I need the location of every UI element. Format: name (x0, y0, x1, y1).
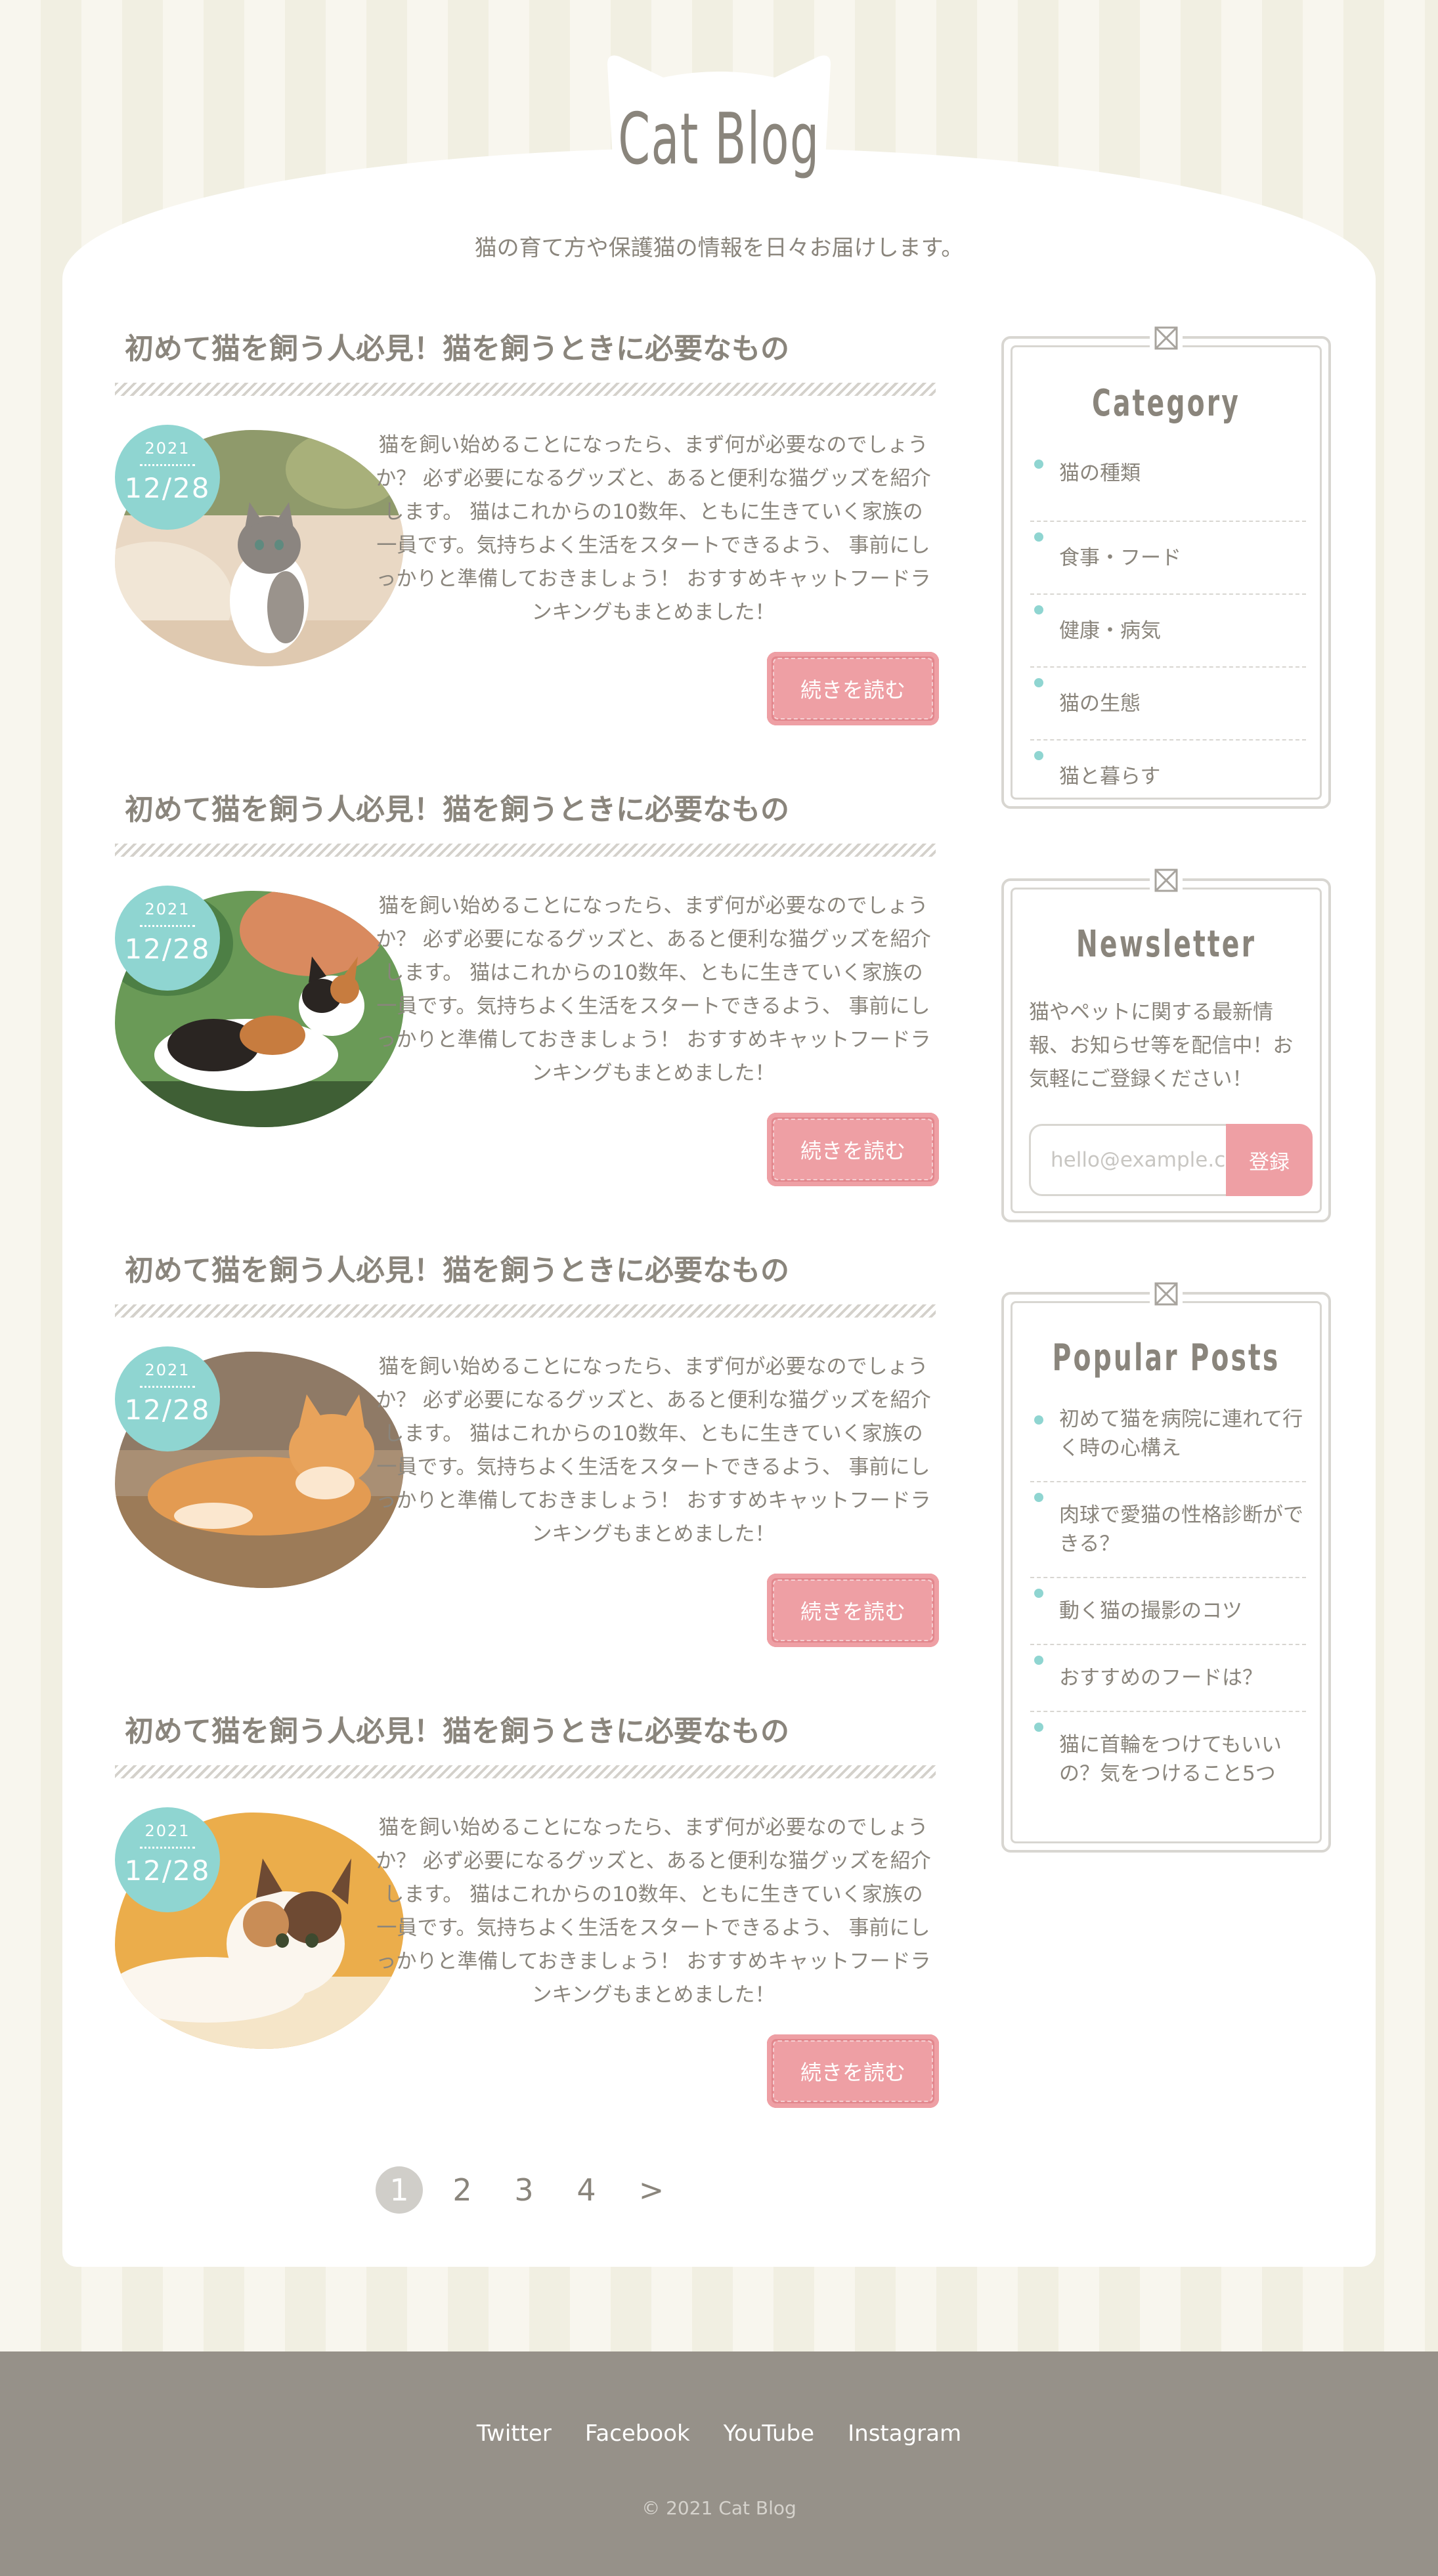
category-widget: Category 猫の種類 食事・フード 健康・病気 猫の生態 猫と暮らす (1001, 322, 1331, 809)
post-card: 初めて猫を飼う人必見！猫を飼うときに必要なもの 2021 12/28 猫を飼い始… (115, 1707, 942, 2121)
popular-posts-list: 初めて猫を病院に連れて行く時の心構え 肉球で愛猫の性格診断ができる？ 動く猫の撮… (1030, 1405, 1306, 1788)
popular-posts-widget: Popular Posts 初めて猫を病院に連れて行く時の心構え 肉球で愛猫の性… (1001, 1277, 1331, 1853)
newsletter-form: 登録 (1029, 1124, 1313, 1196)
popular-post-item[interactable]: 動く猫の撮影のコツ (1030, 1578, 1306, 1645)
post-date-badge: 2021 12/28 (115, 886, 220, 991)
post-date-year: 2021 (144, 1361, 190, 1379)
popular-post-item[interactable]: 初めて猫を病院に連れて行く時の心構え (1030, 1405, 1306, 1482)
title-divider (115, 383, 936, 396)
post-date-year: 2021 (144, 439, 190, 458)
envelope-icon (1150, 1277, 1183, 1310)
post-date-day: 12/28 (124, 1855, 211, 1887)
post-excerpt: 猫を飼い始めることになったら、まず何が必要なのでしょうか？ 必ず必要になるグッズ… (376, 894, 931, 1085)
title-divider (115, 1765, 936, 1778)
twitter-link[interactable]: Twitter (477, 2420, 552, 2447)
subscribe-button[interactable]: 登録 (1226, 1124, 1313, 1196)
site-footer: Twitter Facebook YouTube Instagram © 202… (0, 2351, 1438, 2576)
post-date-year: 2021 (144, 900, 190, 918)
post-date-day: 12/28 (124, 472, 211, 504)
popular-post-item[interactable]: おすすめのフードは？ (1030, 1645, 1306, 1712)
post-date-year: 2021 (144, 1822, 190, 1840)
read-more-label: 続きを読む (800, 1139, 905, 1163)
post-date-day: 12/28 (124, 933, 211, 965)
newsletter-widget: Newsletter 猫やペットに関する最新情報、お知らせ等を配信中！お気軽にご… (1001, 864, 1331, 1222)
date-divider (140, 464, 195, 466)
post-title[interactable]: 初めて猫を飼う人必見！猫を飼うときに必要なもの (125, 786, 789, 828)
email-field[interactable] (1029, 1124, 1226, 1196)
page-link-3[interactable]: 3 (500, 2165, 548, 2215)
read-more-button[interactable]: 続きを読む (767, 1574, 939, 1647)
envelope-icon (1150, 322, 1183, 354)
page-link-4[interactable]: 4 (563, 2165, 610, 2215)
date-divider (140, 1386, 195, 1388)
category-item[interactable]: 健康・病気 (1030, 595, 1306, 668)
popular-post-item[interactable]: 猫に首輪をつけてもいいの？気をつけること5つ (1030, 1712, 1306, 1788)
read-more-button[interactable]: 続きを読む (767, 652, 939, 725)
post-card: 初めて猫を飼う人必見！猫を飼うときに必要なもの 2021 12/28 猫を飼い始… (115, 325, 942, 739)
post-card: 初めて猫を飼う人必見！猫を飼うときに必要なもの 2021 12/28 猫を飼い始… (115, 786, 942, 1199)
post-title[interactable]: 初めて猫を飼う人必見！猫を飼うときに必要なもの (125, 1247, 789, 1289)
read-more-button[interactable]: 続きを読む (767, 1113, 939, 1186)
title-divider (115, 844, 936, 857)
post-title[interactable]: 初めて猫を飼う人必見！猫を飼うときに必要なもの (125, 325, 789, 367)
popular-posts-title: Popular Posts (1052, 1337, 1280, 1379)
popular-post-item[interactable]: 肉球で愛猫の性格診断ができる？ (1030, 1482, 1306, 1578)
category-item[interactable]: 猫の生態 (1030, 668, 1306, 741)
post-card: 初めて猫を飼う人必見！猫を飼うときに必要なもの 2021 12/28 猫を飼い始… (115, 1247, 942, 1660)
read-more-label: 続きを読む (800, 678, 905, 702)
read-more-button[interactable]: 続きを読む (767, 2034, 939, 2108)
post-date-badge: 2021 12/28 (115, 1807, 220, 1912)
newsletter-description: 猫やペットに関する最新情報、お知らせ等を配信中！お気軽にご登録ください！ (1029, 1000, 1294, 1091)
facebook-link[interactable]: Facebook (585, 2420, 690, 2447)
envelope-icon (1150, 864, 1183, 897)
date-divider (140, 925, 195, 927)
title-divider (115, 1304, 936, 1318)
category-list: 猫の種類 食事・フード 健康・病気 猫の生態 猫と暮らす (1030, 449, 1306, 813)
site-title[interactable]: Cat Blog (202, 98, 1237, 181)
social-links: Twitter Facebook YouTube Instagram (0, 2420, 1438, 2447)
date-divider (140, 1847, 195, 1849)
category-item[interactable]: 猫と暮らす (1030, 741, 1306, 813)
post-title[interactable]: 初めて猫を飼う人必見！猫を飼うときに必要なもの (125, 1707, 789, 1750)
page-link-2[interactable]: 2 (439, 2165, 486, 2215)
post-excerpt: 猫を飼い始めることになったら、まず何が必要なのでしょうか？ 必ず必要になるグッズ… (376, 1816, 931, 2007)
instagram-link[interactable]: Instagram (848, 2420, 961, 2447)
youtube-link[interactable]: YouTube (724, 2420, 814, 2447)
read-more-label: 続きを読む (800, 2061, 905, 2084)
post-date-badge: 2021 12/28 (115, 425, 220, 530)
newsletter-title: Newsletter (1076, 923, 1257, 966)
page-link-1[interactable]: 1 (376, 2166, 423, 2214)
post-date-badge: 2021 12/28 (115, 1346, 220, 1451)
copyright: © 2021 Cat Blog (642, 2497, 796, 2519)
post-date-day: 12/28 (124, 1394, 211, 1426)
category-title: Category (1092, 382, 1240, 425)
post-excerpt: 猫を飼い始めることになったら、まず何が必要なのでしょうか？ 必ず必要になるグッズ… (376, 1355, 931, 1546)
category-item[interactable]: 食事・フード (1030, 522, 1306, 595)
site-tagline: 猫の育て方や保護猫の情報を日々お届けします。 (474, 235, 964, 261)
category-item[interactable]: 猫の種類 (1030, 449, 1306, 522)
next-page-link[interactable]: > (628, 2165, 675, 2215)
post-excerpt: 猫を飼い始めることになったら、まず何が必要なのでしょうか？ 必ず必要になるグッズ… (376, 433, 931, 624)
read-more-label: 続きを読む (800, 1600, 905, 1623)
